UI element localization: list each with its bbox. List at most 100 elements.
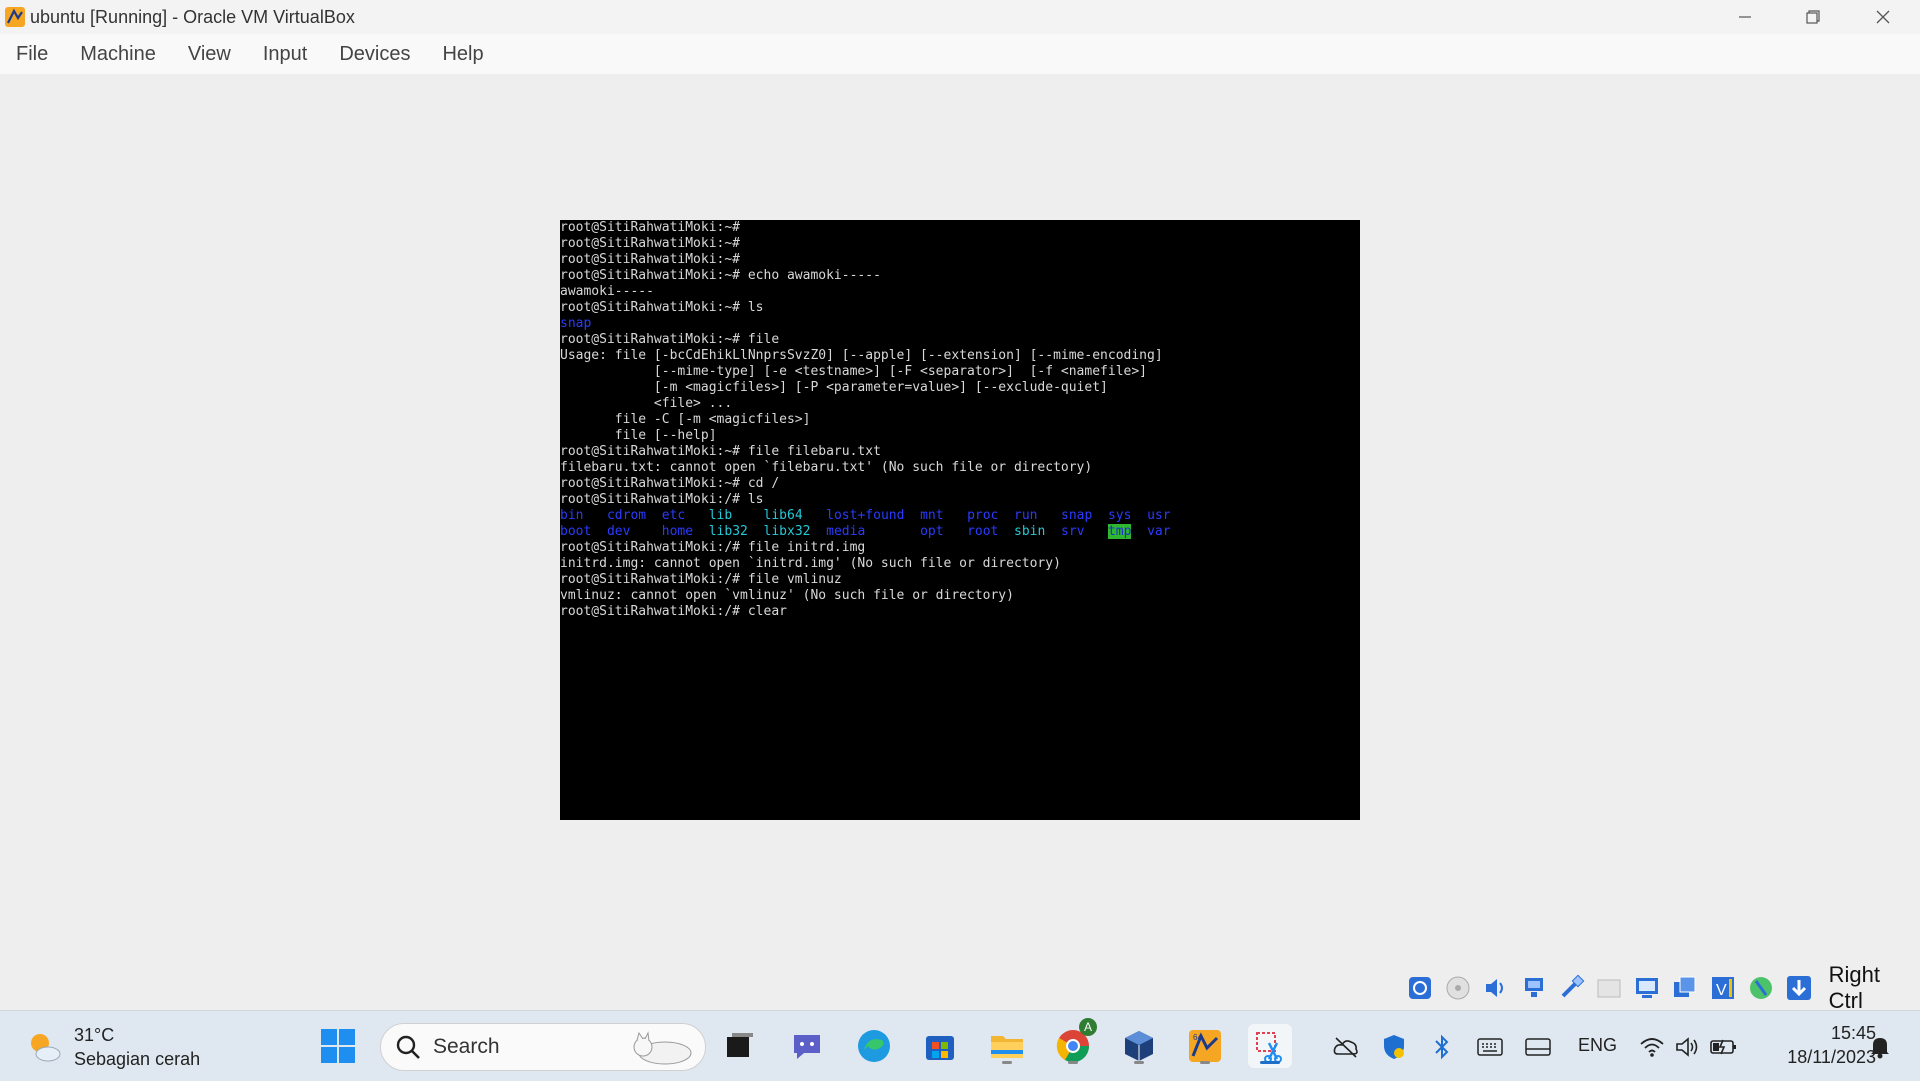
touch-keyboard-icon[interactable]: [1524, 1033, 1552, 1061]
terminal-dir-entry: root: [967, 524, 999, 539]
taskbar-search[interactable]: Search: [380, 1023, 706, 1071]
clock-date: 18/11/2023: [1787, 1047, 1876, 1067]
terminal-dir-entry: lib32: [708, 524, 748, 539]
terminal-line: root@SitiRahwatiMoki:~# ls: [560, 300, 1360, 316]
menu-input[interactable]: Input: [247, 43, 323, 66]
terminal-text: file -C [-m <magicfiles>]: [560, 412, 811, 427]
wifi-icon[interactable]: [1638, 1033, 1666, 1061]
terminal-dir-entry: dev: [606, 524, 631, 539]
terminal-text: Usage: file [-bcCdEhikLlNnprsSvzZ0] [--a…: [560, 348, 1163, 363]
terminal-line: root@SitiRahwatiMoki:~#: [560, 220, 1360, 236]
svg-text:64: 64: [1193, 1033, 1202, 1042]
chrome-button[interactable]: A: [1051, 1018, 1097, 1068]
terminal-line: bin cdrom etc lib lib64 lost+found mnt p…: [560, 508, 1360, 524]
audio-icon[interactable]: [1480, 972, 1512, 1004]
battery-charging-icon[interactable]: [1710, 1033, 1738, 1061]
display-icon[interactable]: [1631, 972, 1663, 1004]
terminal-text: root@SitiRahwatiMoki:~# cd /: [560, 476, 780, 491]
terminal-dir-entry: libx32: [763, 524, 811, 539]
terminal-text: root@SitiRahwatiMoki:~# echo awamoki----…: [560, 268, 881, 283]
terminal-line: snap: [560, 316, 1360, 332]
terminal-line: boot dev home lib32 libx32 media opt roo…: [560, 524, 1360, 540]
menu-file[interactable]: File: [0, 43, 64, 66]
terminal-dir-entry: var: [1147, 524, 1171, 539]
menu-help[interactable]: Help: [426, 43, 499, 66]
file-explorer-button[interactable]: [985, 1024, 1029, 1068]
bluetooth-icon[interactable]: [1428, 1033, 1456, 1061]
terminal-text: [--mime-type] [-e <testname>] [-F <separ…: [560, 364, 1147, 379]
close-button[interactable]: [1852, 0, 1914, 34]
hard-disk-icon[interactable]: [1404, 972, 1436, 1004]
terminal-line: root@SitiRahwatiMoki:~#: [560, 252, 1360, 268]
menu-view[interactable]: View: [172, 43, 247, 66]
start-button[interactable]: [316, 1024, 360, 1068]
onedrive-offline-icon[interactable]: [1332, 1033, 1360, 1061]
terminal-line: [--mime-type] [-e <testname>] [-F <separ…: [560, 364, 1360, 380]
terminal-dir-entry: snap: [560, 316, 592, 331]
terminal-dir-entry: sys: [1107, 508, 1132, 523]
language-indicator[interactable]: ENG: [1578, 1035, 1617, 1056]
menu-devices[interactable]: Devices: [323, 43, 426, 66]
restore-button[interactable]: [1782, 0, 1844, 34]
terminal-line: awamoki-----: [560, 284, 1360, 300]
terminal-line: root@SitiRahwatiMoki:~#: [560, 236, 1360, 252]
terminal-dir-entry: lib64: [763, 508, 803, 523]
virtualbox-logo-icon: [5, 7, 25, 27]
terminal-text: [-m <magicfiles>] [-P <parameter=value>]…: [560, 380, 1108, 395]
minimize-button[interactable]: [1714, 0, 1776, 34]
terminal-text: root@SitiRahwatiMoki:/# clear: [560, 604, 787, 619]
recording-icon[interactable]: [1669, 972, 1701, 1004]
edge-browser-icon: [858, 1030, 890, 1062]
terminal-text: file [--help]: [560, 428, 717, 443]
terminal-dir-entry: mnt: [920, 508, 944, 523]
usb-icon[interactable]: [1556, 972, 1588, 1004]
menu-machine[interactable]: Machine: [64, 43, 172, 66]
edge-button[interactable]: [852, 1024, 896, 1068]
task-view-icon: [727, 1033, 753, 1057]
teams-chat-button[interactable]: [785, 1024, 829, 1068]
vt-x-icon[interactable]: V: [1707, 972, 1739, 1004]
virtualbox-manager-button[interactable]: [1117, 1024, 1161, 1068]
download-arrow-icon[interactable]: [1783, 972, 1815, 1004]
terminal-line: root@SitiRahwatiMoki:/# file vmlinuz: [560, 572, 1360, 588]
terminal-dir-entry: home: [661, 524, 694, 539]
terminal-line: filebaru.txt: cannot open `filebaru.txt'…: [560, 460, 1360, 476]
search-label: Search: [433, 1035, 500, 1058]
terminal-dir-entry: opt: [920, 524, 944, 539]
network-icon[interactable]: [1518, 972, 1550, 1004]
optical-drive-icon[interactable]: [1442, 972, 1474, 1004]
terminal-dir-entry: cdrom: [606, 508, 647, 523]
terminal-line: file -C [-m <magicfiles>]: [560, 412, 1360, 428]
terminal-line: file [--help]: [560, 428, 1360, 444]
keyboard-icon[interactable]: [1476, 1033, 1504, 1061]
weather-widget[interactable]: 31°C Sebagian cerah: [24, 1023, 200, 1071]
terminal-line: [-m <magicfiles>] [-P <parameter=value>]…: [560, 380, 1360, 396]
terminal-text: root@SitiRahwatiMoki:/# file initrd.img: [560, 540, 866, 555]
notification-bell-icon[interactable]: [1866, 1033, 1894, 1061]
windows-security-icon[interactable]: [1380, 1033, 1408, 1061]
vm-console[interactable]: root@SitiRahwatiMoki:~# root@SitiRahwatiM…: [560, 220, 1360, 820]
terminal-dir-entry: etc: [661, 508, 686, 523]
terminal-dir-entry: proc: [967, 508, 999, 523]
task-view-button[interactable]: [718, 1024, 762, 1068]
virtualbox-vm-button[interactable]: 64: [1183, 1024, 1227, 1068]
terminal-line: root@SitiRahwatiMoki:/# file initrd.img: [560, 540, 1360, 556]
volume-icon[interactable]: [1674, 1033, 1702, 1061]
windows-logo-icon: [321, 1029, 355, 1063]
clock[interactable]: 15:45 18/11/2023: [1760, 1021, 1876, 1069]
store-icon: [926, 1036, 954, 1060]
terminal-dir-entry: usr: [1147, 508, 1171, 523]
terminal-text: root@SitiRahwatiMoki:~#: [560, 252, 741, 267]
ms-store-button[interactable]: [918, 1024, 962, 1068]
snipping-tool-button[interactable]: [1248, 1024, 1292, 1068]
terminal-text: root@SitiRahwatiMoki:/# file vmlinuz: [560, 572, 842, 587]
shared-folders-icon[interactable]: [1593, 972, 1625, 1004]
guest-additions-icon[interactable]: [1745, 972, 1777, 1004]
